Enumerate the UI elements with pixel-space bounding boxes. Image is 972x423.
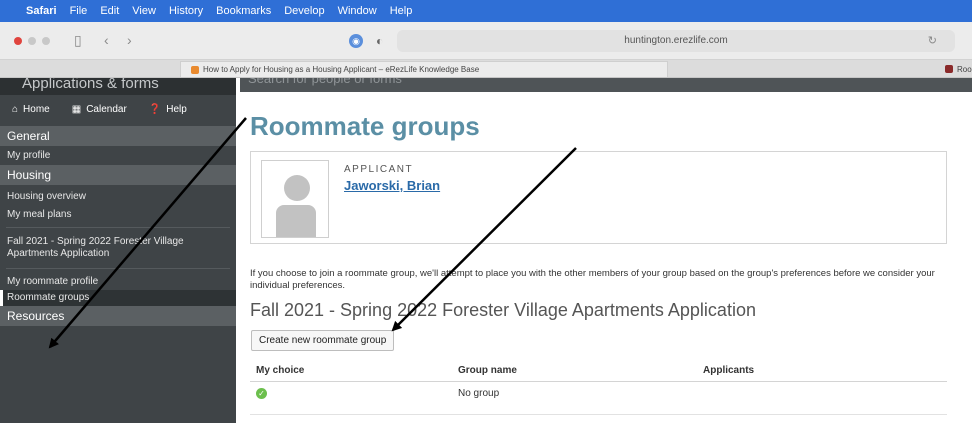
nav-calendar[interactable]: ▦ Calendar <box>72 104 127 115</box>
calendar-icon: ▦ <box>71 103 82 115</box>
section-general: General <box>0 126 236 146</box>
applicant-name-link[interactable]: Jaworski, Brian <box>344 178 440 193</box>
tab-title: Roor <box>957 64 972 74</box>
window-controls <box>14 37 50 45</box>
menu-app-safari[interactable]: Safari <box>26 5 57 17</box>
menu-history[interactable]: History <box>169 5 203 17</box>
nav-help-label: Help <box>166 103 187 115</box>
tab-favicon-icon <box>191 65 199 74</box>
table-header: My choice Group name Applicants <box>250 362 947 382</box>
nav-calendar-label: Calendar <box>86 103 127 115</box>
reload-icon[interactable]: ↻ <box>928 34 937 47</box>
tab-title: How to Apply for Housing as a Housing Ap… <box>203 65 480 74</box>
minimize-window-button[interactable] <box>28 37 36 45</box>
avatar <box>261 160 329 238</box>
applicant-label: APPLICANT <box>344 164 414 175</box>
col-my-choice: My choice <box>256 365 305 376</box>
address-bar[interactable]: huntington.erezlife.com ↻ <box>397 30 955 52</box>
forward-icon[interactable]: › <box>127 32 132 48</box>
sidebar-header-title: Applications & forms <box>22 78 159 92</box>
close-window-button[interactable] <box>14 37 22 45</box>
zoom-window-button[interactable] <box>42 37 50 45</box>
menu-file[interactable]: File <box>70 5 88 17</box>
create-roommate-group-button[interactable]: Create new roommate group <box>251 330 395 351</box>
sidebar: Applications & forms ⌂ Home ▦ Calendar ❓… <box>0 78 236 423</box>
privacy-shield-icon[interactable]: ◐ <box>376 34 383 48</box>
avatar-head-icon <box>284 175 310 201</box>
nav-home[interactable]: ⌂ Home <box>12 104 50 115</box>
section-housing: Housing <box>0 165 236 185</box>
menu-window[interactable]: Window <box>338 5 377 17</box>
sidebar-item-housing-overview[interactable]: Housing overview <box>0 185 236 202</box>
section-resources[interactable]: Resources <box>0 306 236 326</box>
extension-icon[interactable]: ◉ <box>349 34 363 48</box>
help-icon: ❓ <box>148 103 162 115</box>
intro-text: If you choose to join a roommate group, … <box>250 268 935 291</box>
tab-knowledge-base[interactable]: How to Apply for Housing as a Housing Ap… <box>180 61 668 77</box>
sidebar-toggle-icon[interactable]: ▯ <box>74 32 82 49</box>
macos-menu-bar: Safari File Edit View History Bookmarks … <box>0 0 972 22</box>
sidebar-item-application[interactable]: Fall 2021 - Spring 2022 Forester Village… <box>0 228 200 268</box>
application-title: Fall 2021 - Spring 2022 Forester Village… <box>250 300 756 320</box>
sidebar-header: Applications & forms <box>0 78 236 95</box>
tab-bar: How to Apply for Housing as a Housing Ap… <box>0 60 972 78</box>
sidebar-item-meal-plans[interactable]: My meal plans <box>0 202 236 227</box>
menu-help[interactable]: Help <box>390 5 413 17</box>
sidebar-nav: ⌂ Home ▦ Calendar ❓ Help <box>0 95 236 123</box>
browser-toolbar: ▯ ‹ › ◉ ◐ huntington.erezlife.com ↻ <box>0 22 972 60</box>
search-bar-partial[interactable]: Search for people or forms <box>240 78 972 92</box>
menu-bookmarks[interactable]: Bookmarks <box>216 5 271 17</box>
page-title: Roommate groups <box>250 111 480 141</box>
menu-edit[interactable]: Edit <box>100 5 119 17</box>
applicant-card: APPLICANT Jaworski, Brian <box>250 151 947 244</box>
home-icon: ⌂ <box>12 103 19 115</box>
menu-develop[interactable]: Develop <box>284 5 324 17</box>
group-name-cell: No group <box>458 388 500 399</box>
menu-view[interactable]: View <box>132 5 156 17</box>
nav-help[interactable]: ❓ Help <box>149 104 187 115</box>
col-applicants: Applicants <box>703 365 755 376</box>
back-icon[interactable]: ‹ <box>104 32 109 48</box>
tab-roommate[interactable]: Roor <box>945 61 972 77</box>
tab-favicon-icon <box>945 65 953 73</box>
url-text: huntington.erezlife.com <box>624 35 728 46</box>
nav-home-label: Home <box>23 103 50 115</box>
col-group-name: Group name <box>458 365 517 376</box>
sidebar-item-roommate-profile[interactable]: My roommate profile <box>0 269 236 290</box>
sidebar-item-roommate-groups[interactable]: Roommate groups <box>0 290 236 306</box>
avatar-body-icon <box>276 205 316 237</box>
sidebar-item-my-profile[interactable]: My profile <box>0 146 236 165</box>
search-placeholder: Search for people or forms <box>248 78 402 86</box>
check-icon[interactable]: ✓ <box>256 388 267 399</box>
table-row[interactable]: ✓ No group <box>250 385 947 415</box>
